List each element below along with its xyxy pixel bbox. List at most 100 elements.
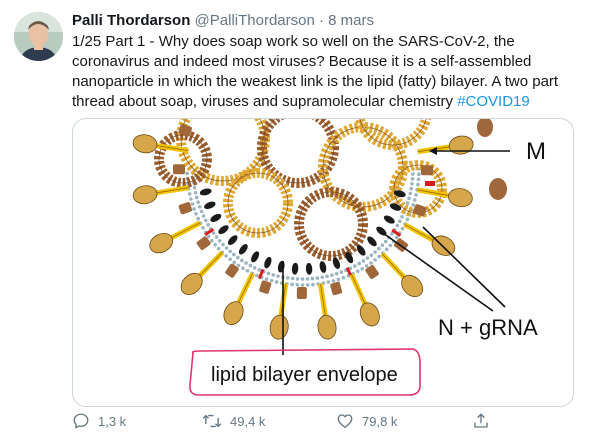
n-protein — [218, 225, 229, 235]
lipid-dot — [383, 239, 388, 244]
lipid-dot — [411, 203, 416, 207]
lipid-dot — [320, 275, 325, 280]
n-protein — [305, 262, 313, 275]
tweet-actions: 1,3 k 49,4 k 79,8 k — [72, 412, 582, 434]
lipid-dot — [397, 219, 402, 224]
envelope-protein — [296, 286, 307, 300]
lipid-dot — [269, 278, 274, 283]
avatar[interactable] — [14, 12, 63, 61]
share-button[interactable] — [472, 412, 490, 430]
lipid-dot — [326, 280, 331, 284]
lipid-dot — [400, 215, 404, 219]
lipid-dot — [373, 250, 377, 254]
lipid-dot — [232, 252, 236, 257]
author-name[interactable]: Palli Thordarson — [72, 12, 190, 29]
retweet-button[interactable]: 49,4 k — [202, 412, 265, 430]
lipid-dot — [355, 269, 360, 274]
spike-stalk-outline — [168, 222, 201, 240]
lipid-dot — [388, 243, 393, 248]
lipid-dot — [241, 266, 245, 271]
lipid-dot — [194, 195, 199, 200]
hashtag-link[interactable]: #COVID19 — [457, 93, 530, 110]
lipid-dot — [310, 276, 315, 281]
spike-head — [317, 314, 337, 340]
lipid-dot — [192, 207, 196, 211]
lipid-dot — [336, 277, 341, 282]
lipid-dot — [412, 198, 417, 202]
lipid-dot — [196, 200, 200, 204]
n-pointer-line-1 — [422, 226, 506, 308]
lipid-dot — [380, 243, 385, 247]
lipid-dot — [400, 226, 405, 231]
lipid-dot — [197, 205, 202, 209]
label-m: M — [526, 138, 546, 165]
lipid-dot — [330, 273, 334, 277]
like-button[interactable]: 79,8 k — [336, 412, 397, 430]
lipid-dot — [192, 185, 197, 190]
lipid-dot — [210, 238, 214, 243]
lipid-dot — [193, 190, 198, 195]
author-handle[interactable]: @PalliThordarson — [195, 12, 315, 29]
tweet-header: Palli Thordarson @PalliThordarson · 8 ma… — [72, 11, 374, 31]
coronavirus-illustration: M N + gRNA lipid bilayer envelope — [132, 119, 546, 396]
lipid-dot — [244, 261, 248, 265]
lipid-dot — [300, 283, 305, 287]
lipid-dot — [300, 277, 305, 281]
lipid-dot — [217, 239, 222, 243]
retweet-icon — [202, 414, 222, 428]
lipid-dot — [377, 246, 381, 251]
envelope-protein — [330, 281, 343, 296]
lipid-dot — [409, 186, 414, 191]
lipid-dot — [264, 277, 269, 281]
lipid-dot — [305, 283, 310, 287]
lipid-dot — [405, 217, 410, 222]
separator-dot: · — [318, 12, 324, 29]
n-protein — [199, 188, 212, 196]
retweet-count: 49,4 k — [230, 413, 266, 429]
lipid-dot — [199, 209, 204, 214]
spike-head — [223, 301, 244, 326]
lipid-dot — [196, 216, 200, 221]
envelope-protein — [178, 202, 193, 215]
spike-stalk-outline — [236, 273, 253, 307]
lipid-dot — [216, 246, 221, 251]
reply-button[interactable]: 1,3 k — [72, 412, 126, 430]
lipid-dot — [252, 266, 257, 270]
spike-head — [132, 185, 158, 205]
tweet-date[interactable]: 8 mars — [328, 12, 374, 29]
lipid-dot — [353, 264, 357, 268]
lipid-dot — [203, 218, 208, 223]
lipid-dot — [414, 193, 418, 197]
m-protein — [425, 181, 435, 186]
spike-stalk-outline — [381, 253, 407, 281]
capsid-ring — [223, 168, 293, 238]
reply-count: 1,3 k — [98, 413, 127, 429]
lipid-dot — [369, 253, 374, 257]
heart-icon — [337, 414, 353, 429]
lipid-dot — [206, 222, 210, 227]
n-protein — [251, 251, 260, 263]
lipid-dot — [290, 276, 295, 281]
lipid-dot — [365, 256, 370, 260]
lipid-dot — [274, 280, 279, 284]
lipid-dot — [189, 197, 193, 201]
lipid-dot — [185, 171, 189, 176]
lipid-dot — [408, 191, 413, 196]
spike-head — [269, 314, 289, 340]
lipid-dot — [228, 249, 232, 254]
lipid-dot — [257, 268, 262, 272]
lipid-dot — [407, 196, 411, 201]
lipid-dot — [416, 182, 420, 187]
lipid-dot — [255, 273, 259, 278]
lipid-dot — [240, 258, 244, 263]
tweet-media[interactable]: M N + gRNA lipid bilayer envelope — [72, 118, 574, 407]
lipid-dot — [311, 282, 315, 287]
lipid-dot — [377, 254, 381, 259]
lipid-dot — [266, 271, 271, 276]
lipid-dot — [211, 231, 216, 235]
lipid-dot — [236, 263, 241, 268]
n-protein — [238, 244, 248, 255]
lipid-dot — [410, 182, 414, 186]
lipid-dot — [295, 277, 300, 281]
n-protein — [277, 260, 285, 273]
